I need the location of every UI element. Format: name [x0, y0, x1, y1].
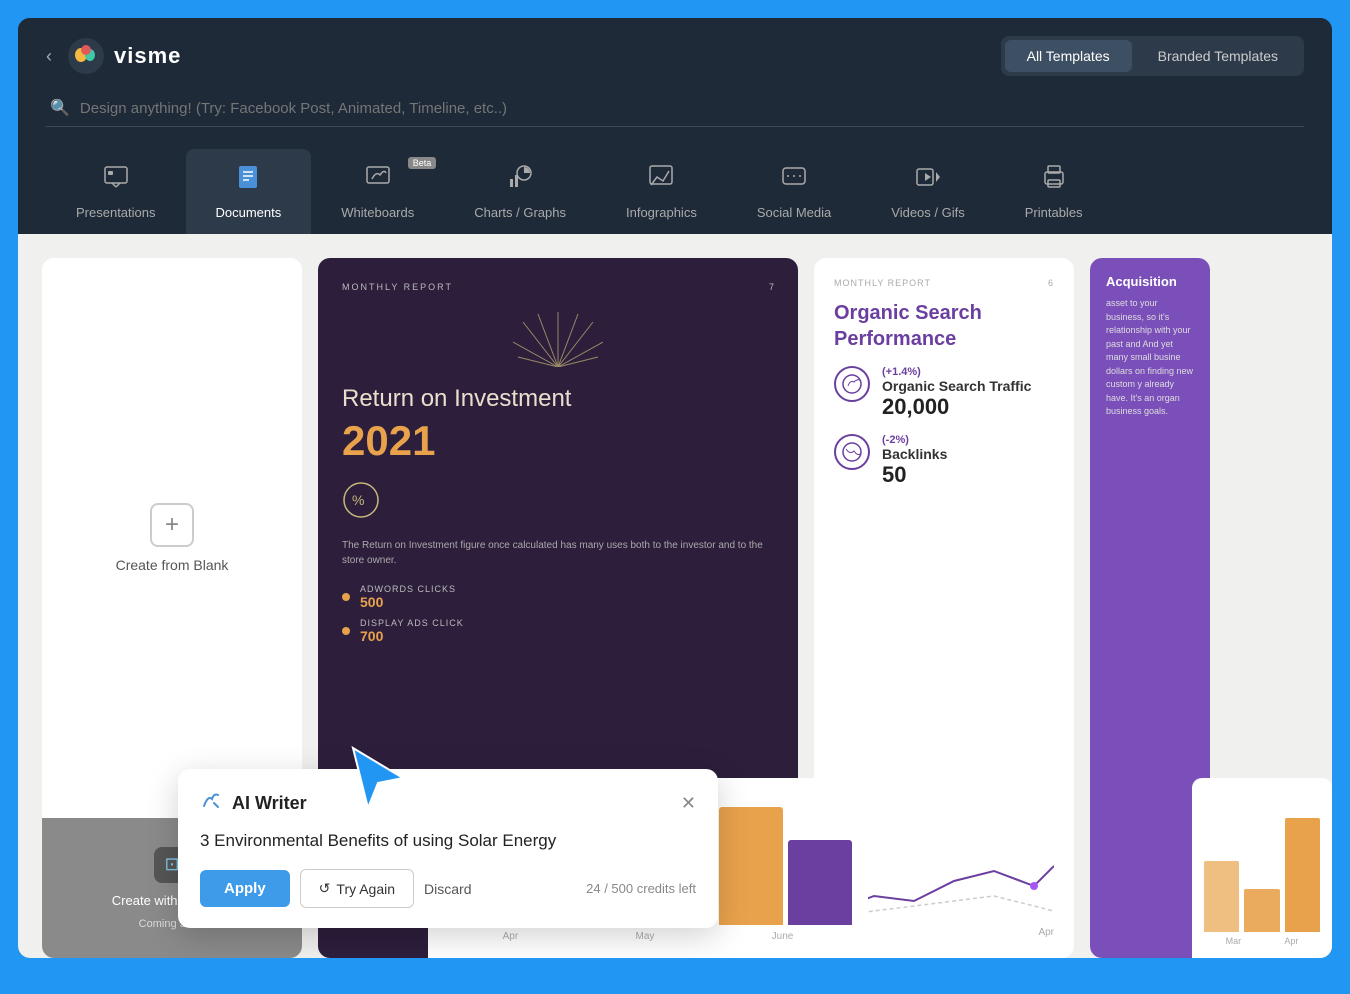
- roi-icon: %: [342, 481, 774, 526]
- bar-label-may: May: [635, 931, 654, 942]
- search-bar: 🔍: [46, 90, 1304, 127]
- metric2-name: Backlinks: [882, 446, 947, 462]
- credits-info: 24 / 500 credits left: [586, 881, 696, 896]
- charts-icon: [506, 163, 534, 197]
- metric2-big: 50: [882, 462, 947, 488]
- try-again-button[interactable]: ↺ Try Again: [300, 869, 414, 908]
- metric-row-1: ADWORDS CLICKS 500: [342, 584, 774, 610]
- metric-block-1: (+1.4%) Organic Search Traffic 20,000: [834, 366, 1054, 420]
- ai-writer-content: 3 Environmental Benefits of using Solar …: [200, 831, 696, 851]
- r-bar-2: [1244, 889, 1279, 932]
- tab-social-media-label: Social Media: [757, 205, 831, 220]
- credits-label: credits left: [637, 881, 696, 896]
- credits-used: 24: [586, 881, 600, 896]
- credits-total: 500: [611, 881, 633, 896]
- chart-label-apr: Apr: [1038, 927, 1054, 938]
- tab-all-templates[interactable]: All Templates: [1005, 40, 1132, 72]
- nav-tabs: Presentations Documents Beta Whiteboards: [46, 141, 1304, 234]
- back-button[interactable]: ‹: [46, 46, 52, 67]
- metric-row-2: DISPLAY ADS CLICK 700: [342, 618, 774, 644]
- svg-text:%: %: [352, 492, 364, 508]
- tab-branded-templates[interactable]: Branded Templates: [1136, 40, 1300, 72]
- metric2-label: DISPLAY ADS CLICK: [360, 618, 464, 628]
- tab-presentations-label: Presentations: [76, 205, 156, 220]
- bar-jun-2: [788, 840, 852, 925]
- tab-printables[interactable]: Printables: [995, 149, 1113, 234]
- monthly-report-label2: MONTHLY REPORT: [834, 278, 931, 288]
- header: ‹ visme All Templates Branded Templates …: [18, 18, 1332, 234]
- popup-actions: Apply ↺ Try Again Discard 24 / 500 credi…: [200, 869, 696, 908]
- social-media-icon: [780, 163, 808, 197]
- presentations-icon: [102, 163, 130, 197]
- main-content: + Create from Blank ⊡ Create with Visme …: [18, 234, 1332, 958]
- right-bar-chart: Mar Apr: [1192, 778, 1332, 958]
- metric1-value: 500: [360, 594, 456, 610]
- blank-card-top: + Create from Blank: [42, 258, 302, 818]
- beta-badge: Beta: [408, 157, 437, 169]
- popup-close-button[interactable]: ✕: [681, 793, 696, 814]
- logo-area: ‹ visme: [46, 38, 181, 74]
- ai-writer-icon: [200, 789, 222, 817]
- create-blank-button[interactable]: +: [150, 503, 194, 547]
- metric2-change: (-2%): [882, 434, 947, 446]
- tab-videos-gifs[interactable]: Videos / Gifs: [861, 149, 994, 234]
- bar-label-jun: June: [772, 931, 794, 942]
- metric-block-2: (-2%) Backlinks 50: [834, 434, 1054, 488]
- apply-button[interactable]: Apply: [200, 870, 290, 907]
- cursor-arrow: [348, 743, 408, 818]
- metric1-change: (+1.4%): [882, 366, 1031, 378]
- tab-presentations[interactable]: Presentations: [46, 149, 186, 234]
- roi-title: Return on Investment: [342, 385, 774, 413]
- infographics-icon: [647, 163, 675, 197]
- top-bar: ‹ visme All Templates Branded Templates: [46, 36, 1304, 76]
- tab-whiteboards[interactable]: Beta Whiteboards: [311, 149, 444, 234]
- metric1-big: 20,000: [882, 394, 1031, 420]
- metric-dot-1: [342, 593, 350, 601]
- metric-circle-2: [834, 434, 870, 470]
- tab-charts-graphs-label: Charts / Graphs: [474, 205, 566, 220]
- printables-icon: [1040, 163, 1068, 197]
- tab-infographics[interactable]: Infographics: [596, 149, 727, 234]
- r-label-1: Mar: [1226, 936, 1242, 946]
- bar-jun-1: [719, 807, 783, 925]
- tab-documents-label: Documents: [216, 205, 282, 220]
- r-label-2: Apr: [1284, 936, 1298, 946]
- search-icon: 🔍: [50, 98, 70, 118]
- roi-year: 2021: [342, 417, 774, 465]
- create-blank-label: Create from Blank: [116, 557, 229, 573]
- tab-videos-gifs-label: Videos / Gifs: [891, 205, 964, 220]
- metric-dot-2: [342, 627, 350, 635]
- monthly-report-label1: MONTHLY REPORT: [342, 282, 453, 292]
- tab-documents[interactable]: Documents: [186, 149, 312, 234]
- metric2-value: 700: [360, 628, 464, 644]
- refresh-icon: ↺: [319, 880, 331, 897]
- visme-logo-text: visme: [114, 43, 181, 69]
- tab-whiteboards-label: Whiteboards: [341, 205, 414, 220]
- popup-title-area: AI Writer: [200, 789, 307, 817]
- report-num2: 6: [1048, 278, 1054, 288]
- ai-writer-popup: AI Writer ✕ 3 Environmental Benefits of …: [178, 769, 718, 928]
- r-bar-1: [1204, 861, 1239, 932]
- bar-label-apr: Apr: [503, 931, 519, 942]
- popup-title: AI Writer: [232, 793, 307, 814]
- report-num1: 7: [769, 282, 774, 292]
- popup-header: AI Writer ✕: [200, 789, 696, 817]
- search-input[interactable]: [80, 100, 680, 117]
- tab-charts-graphs[interactable]: Charts / Graphs: [444, 149, 596, 234]
- metric1-label: ADWORDS CLICKS: [360, 584, 456, 594]
- whiteboards-icon: [364, 163, 392, 197]
- tab-printables-label: Printables: [1025, 205, 1083, 220]
- roi-desc: The Return on Investment figure once cal…: [342, 538, 774, 568]
- tab-infographics-label: Infographics: [626, 205, 697, 220]
- videos-icon: [914, 163, 942, 197]
- template-tabs: All Templates Branded Templates: [1001, 36, 1304, 76]
- r-bar-3: [1285, 818, 1320, 932]
- metric1-name: Organic Search Traffic: [882, 378, 1031, 394]
- discard-button[interactable]: Discard: [424, 881, 471, 897]
- visme-logo-icon: [68, 38, 104, 74]
- metric-circle-1: [834, 366, 870, 402]
- organic-search-title: Organic Search Performance: [834, 300, 1054, 352]
- documents-icon: [234, 163, 262, 197]
- tab-social-media[interactable]: Social Media: [727, 149, 861, 234]
